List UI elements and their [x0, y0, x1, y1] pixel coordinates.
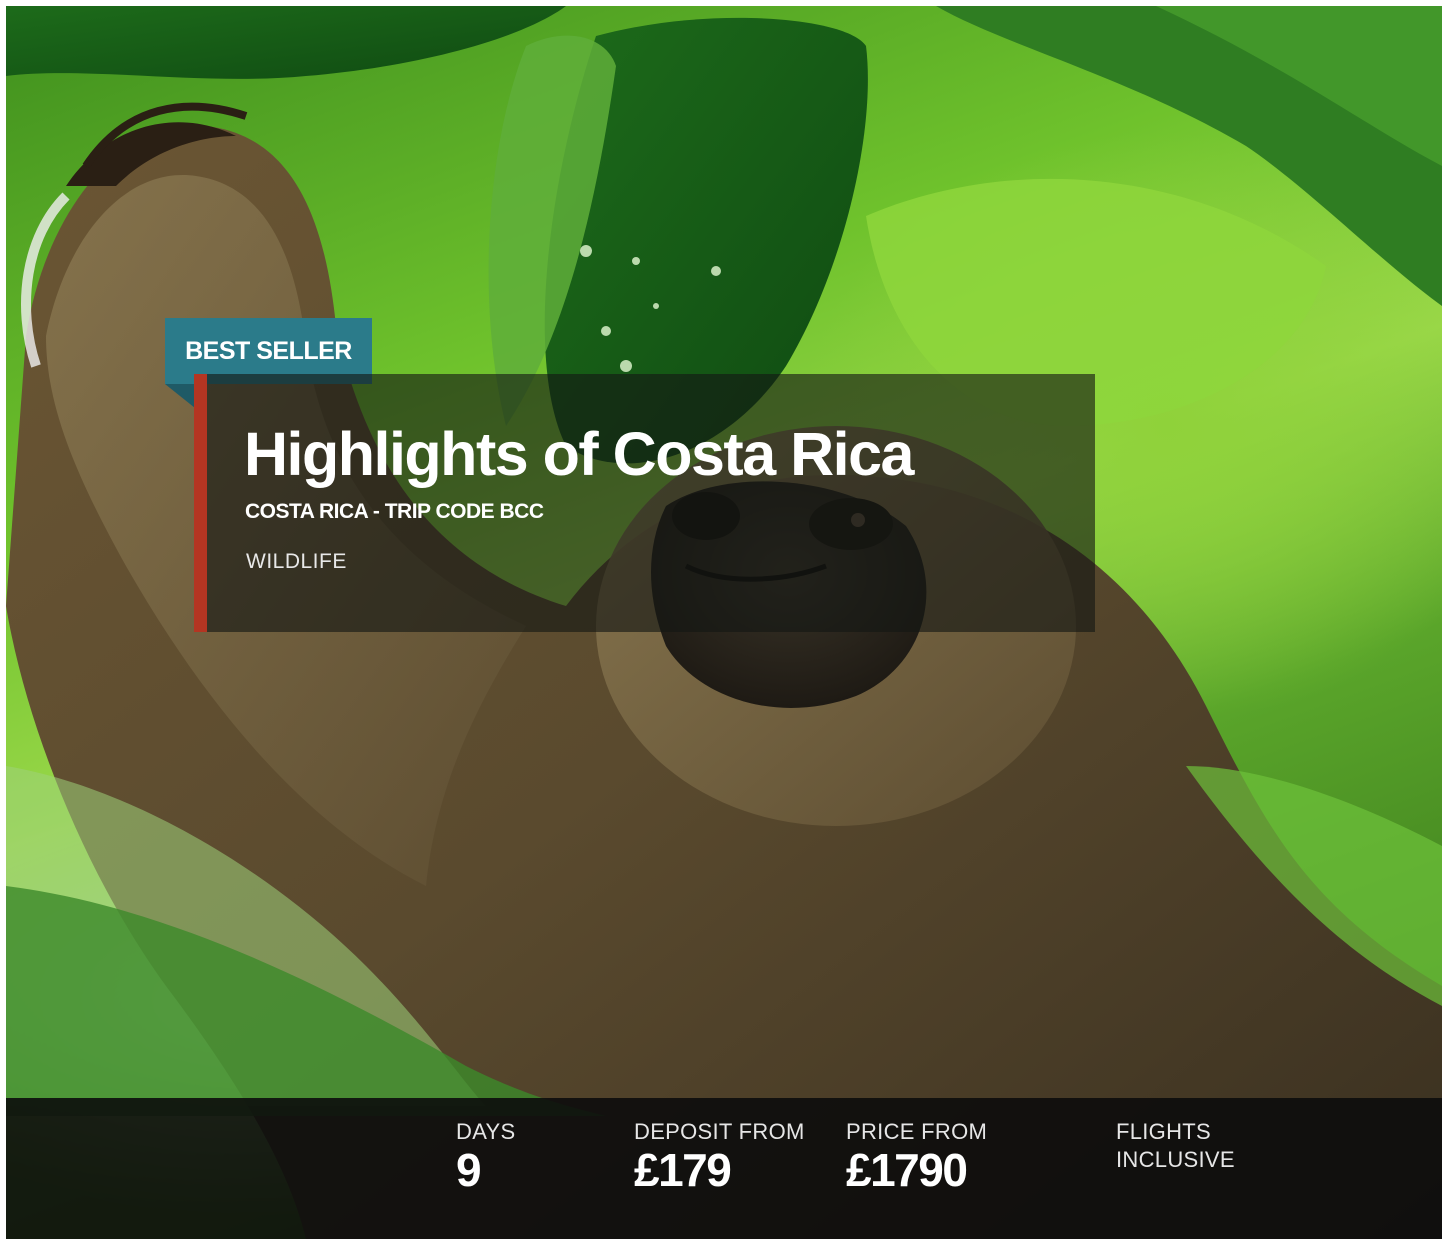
days-label: DAYS: [456, 1119, 516, 1144]
price-label: PRICE FROM: [846, 1119, 988, 1144]
price-stat: PRICE FROM £1790: [846, 1118, 987, 1194]
flights-stat: FLIGHTS INCLUSIVE: [1116, 1118, 1316, 1174]
days-stat: DAYS 9: [456, 1118, 515, 1194]
flights-inclusive-label: FLIGHTS INCLUSIVE: [1116, 1119, 1235, 1172]
price-value: £1790: [846, 1144, 968, 1196]
badge-ribbon-fold: [165, 384, 195, 408]
trip-title: Highlights of Costa Rica: [244, 420, 914, 488]
deposit-value: £179: [634, 1144, 732, 1196]
best-seller-label: BEST SELLER: [185, 337, 352, 365]
trip-title-card: Highlights of Costa Rica COSTA RICA - TR…: [194, 374, 1095, 632]
days-value: 9: [456, 1144, 482, 1196]
trip-category-link[interactable]: WILDLIFE: [246, 550, 347, 574]
deposit-label: DEPOSIT FROM: [634, 1119, 805, 1144]
trip-code-subtitle: COSTA RICA - TRIP CODE BCC: [245, 500, 544, 523]
deposit-stat: DEPOSIT FROM £179: [634, 1118, 805, 1194]
trip-info-bar: DAYS 9 DEPOSIT FROM £179 PRICE FROM £179…: [6, 1098, 1442, 1239]
